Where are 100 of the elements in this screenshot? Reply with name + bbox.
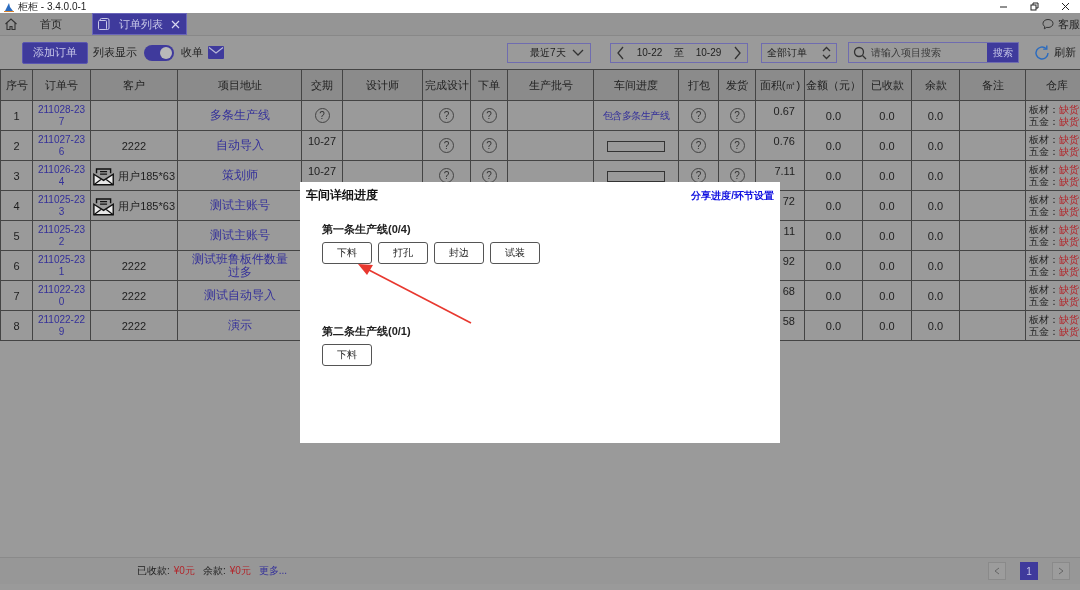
stock-label: 五金： xyxy=(1029,235,1059,248)
table-cell: 2222 xyxy=(90,310,178,341)
table-cell: 0.0 xyxy=(804,250,863,281)
sort-arrows-icon xyxy=(822,45,831,60)
table-cell: 10-27 xyxy=(301,130,343,161)
chevron-down-icon xyxy=(571,47,585,58)
column-header: 序号 xyxy=(0,69,33,101)
chevron-right-icon[interactable] xyxy=(732,45,742,60)
mail-icon[interactable] xyxy=(208,46,224,59)
column-header: 生产批号 xyxy=(507,69,594,101)
stock-label: 板材： xyxy=(1029,193,1059,206)
end-date-field[interactable]: 10-29 xyxy=(695,47,722,58)
table-cell: 0.0 xyxy=(862,310,912,341)
column-header: 交期 xyxy=(301,69,343,101)
stock-label: 板材： xyxy=(1029,133,1059,146)
production-line-title: 第二条生产线(0/1) xyxy=(322,324,412,339)
stock-label: 五金： xyxy=(1029,265,1059,278)
document-icon xyxy=(97,17,111,31)
column-header: 设计师 xyxy=(342,69,423,101)
table-cell: 2222 xyxy=(90,250,178,281)
customer-name: 用户185*63 xyxy=(118,198,175,213)
step-button[interactable]: 封边 xyxy=(434,242,484,264)
step-button[interactable]: 下料 xyxy=(322,344,372,366)
step-button[interactable]: 下料 xyxy=(322,242,372,264)
column-header: 客户 xyxy=(90,69,178,101)
column-header: 订单号 xyxy=(32,69,91,101)
table-cell: 6 xyxy=(0,250,33,281)
table-cell: 0.0 xyxy=(804,280,863,311)
table-cell: 5 xyxy=(0,220,33,251)
table-cell: 0.0 xyxy=(862,100,912,131)
column-header: 完成设计 xyxy=(422,69,471,101)
stock-status: 缺货 xyxy=(1059,325,1079,338)
table-cell: 0.0 xyxy=(911,220,960,251)
step-button[interactable]: 打孔 xyxy=(378,242,428,264)
chevron-left-icon xyxy=(994,567,1000,575)
tab[interactable]: 首页 xyxy=(0,13,86,35)
list-view-toggle[interactable] xyxy=(144,44,174,61)
tab[interactable]: 订单列表 xyxy=(92,13,187,35)
column-header: 余款 xyxy=(911,69,960,101)
stock-label: 板材： xyxy=(1029,223,1059,236)
date-range-dropdown[interactable]: 最近7天 xyxy=(507,42,591,63)
app-logo-icon xyxy=(4,1,14,12)
stock-label: 五金： xyxy=(1029,175,1059,188)
stock-status: 缺货 xyxy=(1059,283,1079,296)
table-cell: 0.0 xyxy=(911,310,960,341)
table-cell: 0.0 xyxy=(911,190,960,221)
stock-status: 缺货 xyxy=(1059,205,1079,218)
column-header: 仓库 xyxy=(1025,69,1080,101)
start-date-field[interactable]: 10-22 xyxy=(636,47,663,58)
list-view-label: 列表显示 xyxy=(93,45,137,60)
table-cell: 0.0 xyxy=(862,190,912,221)
column-header: 项目地址 xyxy=(177,69,302,101)
more-link[interactable]: 更多... xyxy=(258,564,288,578)
table-cell: 4 xyxy=(0,190,33,221)
add-order-button[interactable]: 添加订单 xyxy=(22,41,88,64)
range-separator: 至 xyxy=(674,45,684,60)
chat-icon xyxy=(1042,18,1054,30)
support-link[interactable]: 客服 xyxy=(1058,16,1080,32)
stock-status: 缺货 xyxy=(1059,133,1079,146)
stock-status: 缺货 xyxy=(1059,265,1079,278)
search-icon xyxy=(853,45,867,60)
step-button[interactable]: 试装 xyxy=(490,242,540,264)
table-cell: 2222 xyxy=(90,130,178,161)
table-cell: 0.0 xyxy=(804,310,863,341)
search-button[interactable]: 搜索 xyxy=(987,43,1018,62)
table-cell: 0.76 xyxy=(755,130,805,161)
table-cell: 0.0 xyxy=(911,280,960,311)
table-cell: 0.0 xyxy=(804,100,863,131)
restore-icon[interactable] xyxy=(1030,2,1039,11)
column-header: 备注 xyxy=(959,69,1026,101)
table-cell: 0.0 xyxy=(862,220,912,251)
home-icon xyxy=(4,17,18,31)
refresh-button[interactable]: 刷新 xyxy=(1033,43,1076,62)
total-value: ¥0元 xyxy=(229,564,251,578)
table-cell: 8 xyxy=(0,310,33,341)
table-cell: 0.0 xyxy=(804,160,863,191)
search-field[interactable]: 请输入项目搜索 搜索 xyxy=(848,42,1019,63)
stock-label: 五金： xyxy=(1029,115,1059,128)
table-cell: 0.0 xyxy=(862,280,912,311)
production-line-title: 第一条生产线(0/4) xyxy=(322,222,412,237)
column-header: 下单 xyxy=(470,69,508,101)
window-title: 柜柜 - 3.4.0.0-1 xyxy=(18,0,87,14)
stock-label: 板材： xyxy=(1029,253,1059,266)
close-icon[interactable] xyxy=(1061,2,1070,11)
column-header: 面积(㎡) xyxy=(755,69,805,101)
table-cell: 7 xyxy=(0,280,33,311)
table-cell: 0.0 xyxy=(804,190,863,221)
table-cell: 0.0 xyxy=(911,250,960,281)
order-type-select[interactable]: 全部订单 xyxy=(761,42,837,63)
table-cell: 0.0 xyxy=(911,100,960,131)
stock-status: 缺货 xyxy=(1059,193,1079,206)
total-label: 余款: xyxy=(202,564,226,578)
chevron-right-icon xyxy=(1058,567,1064,575)
table-cell: 2 xyxy=(0,130,33,161)
column-header: 发货 xyxy=(718,69,756,101)
stock-status: 缺货 xyxy=(1059,175,1079,188)
page-button[interactable]: 1 xyxy=(1020,562,1038,580)
chevron-left-icon[interactable] xyxy=(616,45,625,60)
table-cell: 1 xyxy=(0,100,33,131)
table-cell: 3 xyxy=(0,160,33,191)
